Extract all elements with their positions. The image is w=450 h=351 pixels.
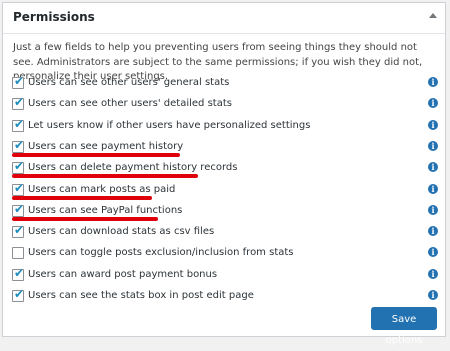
collapse-arrow-icon[interactable] [429,13,437,18]
info-icon[interactable]: i [428,268,438,279]
checkmark-icon: ✔ [14,180,25,195]
option-row: ✔ Users can download stats as csv files i [12,223,438,241]
option-label[interactable]: Users can mark posts as paid [28,183,175,197]
checkmark-icon: ✔ [14,287,25,301]
option-checkbox[interactable]: ✔ [12,74,25,89]
checkmark-icon: ✔ [14,201,25,216]
option-checkbox[interactable]: ✔ [12,223,25,239]
option-label[interactable]: Users can toggle posts exclusion/inclusi… [28,246,294,260]
info-icon[interactable]: i [428,183,438,194]
option-label[interactable]: Users can delete payment history records [28,161,237,175]
checkmark-icon: ✔ [14,74,25,88]
checkmark-icon: ✔ [14,95,25,110]
checkmark-icon: ✔ [14,116,25,131]
option-label[interactable]: Users can see the stats box in post edit… [28,289,254,303]
red-underline-annotation [12,174,198,179]
option-checkbox[interactable]: ✔ [12,116,25,132]
option-checkbox[interactable]: ✔ [12,95,25,111]
option-row: ✔ Users can see other users' detailed sta… [12,95,438,113]
option-row: ✔ Users can see other users' general stat… [12,74,438,92]
option-row: Users can toggle posts exclusion/inclusi… [12,246,438,262]
option-row: ✔ Users can see the stats box in post edi… [12,287,438,305]
option-label[interactable]: Users can see PayPal functions [28,204,182,218]
option-checkbox[interactable]: ✔ [12,159,25,175]
info-icon[interactable]: i [428,204,438,215]
option-row: ✔ Let users know if other users have pers… [12,116,438,135]
option-label[interactable]: Users can see payment history [28,140,183,154]
info-icon[interactable]: i [428,77,438,87]
option-row: ✔ Users can award post payment bonus i [12,265,438,284]
option-checkbox[interactable]: ✔ [12,265,25,281]
red-underline-annotation [12,152,180,157]
option-label[interactable]: Let users know if other users have perso… [28,119,310,133]
option-label[interactable]: Users can download stats as csv files [28,225,214,239]
red-underline-annotation [12,195,152,200]
info-icon[interactable]: i [428,119,438,130]
option-label[interactable]: Users can see other users' general stats [28,76,229,90]
save-options-button[interactable]: Save options [371,307,437,346]
option-checkbox[interactable]: ✔ [12,201,25,217]
panel-title: Permissions [13,10,95,24]
panel-header: Permissions [3,3,445,34]
option-label[interactable]: Users can see other users' detailed stat… [28,97,232,111]
red-underline-annotation [12,216,158,221]
info-icon[interactable]: i [428,140,438,151]
option-label[interactable]: Users can award post payment bonus [28,268,217,282]
checkmark-icon: ✔ [14,223,25,238]
checkmark-icon: ✔ [14,265,25,280]
option-checkbox[interactable]: ✔ [12,287,25,302]
option-checkbox[interactable]: ✔ [12,137,25,153]
checkmark-icon: ✔ [14,137,25,152]
checkmark-icon: ✔ [14,159,25,174]
option-checkbox[interactable] [12,247,24,260]
option-checkbox[interactable]: ✔ [12,180,25,196]
info-icon[interactable]: i [428,290,438,300]
